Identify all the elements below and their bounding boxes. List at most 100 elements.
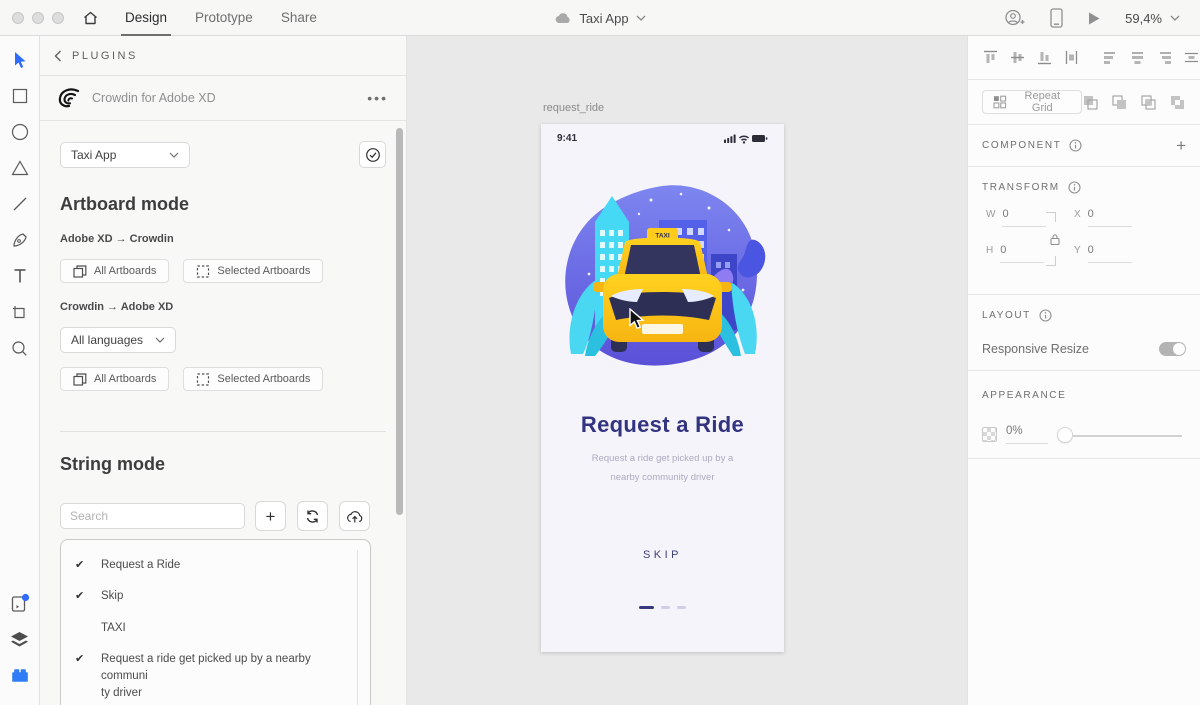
opacity-slider[interactable] bbox=[1058, 427, 1186, 442]
all-artboards-button-2[interactable]: All Artboards bbox=[60, 367, 170, 391]
polygon-tool-icon[interactable] bbox=[8, 156, 32, 180]
refresh-icon bbox=[306, 509, 319, 523]
skip-button[interactable]: SKIP bbox=[541, 549, 784, 561]
project-select[interactable]: Taxi App bbox=[60, 141, 190, 168]
artboard-tool-icon[interactable] bbox=[8, 300, 32, 324]
canvas[interactable]: request_ride 9:41 TAXI Request a Ride Re… bbox=[408, 36, 967, 705]
validate-button[interactable] bbox=[359, 141, 386, 168]
align-right-icon[interactable] bbox=[1156, 49, 1173, 66]
align-middle-icon[interactable] bbox=[1009, 49, 1026, 66]
align-bottom-icon[interactable] bbox=[1036, 49, 1053, 66]
boolean-intersect-icon[interactable] bbox=[1140, 94, 1157, 111]
screen-title: Request a Ride bbox=[580, 412, 745, 437]
window-controls[interactable] bbox=[12, 11, 64, 24]
page-dot bbox=[677, 606, 686, 609]
home-button[interactable] bbox=[82, 10, 99, 26]
list-item[interactable]: ✔ Request a ride get picked up by a near… bbox=[61, 644, 370, 705]
mode-tabs: Design Prototype Share bbox=[120, 0, 317, 36]
ellipse-tool-icon[interactable] bbox=[8, 120, 32, 144]
boolean-subtract-icon[interactable] bbox=[1111, 94, 1128, 111]
panel-scrollbar[interactable] bbox=[396, 128, 403, 515]
mouse-cursor bbox=[629, 308, 645, 330]
close-window-icon[interactable] bbox=[12, 11, 24, 24]
copy-stack-icon bbox=[73, 264, 87, 278]
assets-icon[interactable] bbox=[8, 663, 32, 687]
transform-section: TRANSFORM W0 X0 H0 Y0 bbox=[968, 167, 1200, 294]
select-tool-icon[interactable] bbox=[8, 48, 32, 72]
appearance-section: APPEARANCE 0% bbox=[968, 371, 1200, 458]
add-component-icon[interactable]: + bbox=[1176, 136, 1186, 156]
plugins-panel: PLUGINS Crowdin for Adobe XD ••• Taxi Ap… bbox=[40, 36, 407, 705]
artboard-mode-title: Artboard mode bbox=[60, 194, 190, 214]
plus-icon: + bbox=[265, 506, 276, 526]
check-circle-icon bbox=[365, 147, 380, 162]
all-artboards-button[interactable]: All Artboards bbox=[60, 259, 170, 283]
repeat-grid-button[interactable]: Repeat Grid bbox=[982, 90, 1082, 114]
opacity-slider-handle[interactable] bbox=[1058, 427, 1072, 442]
distribute-horizontal-icon[interactable] bbox=[1183, 49, 1200, 66]
play-icon[interactable] bbox=[1087, 11, 1101, 26]
zoom-tool-icon[interactable] bbox=[8, 336, 32, 360]
list-scrollbar[interactable] bbox=[357, 550, 358, 705]
rectangle-tool-icon[interactable] bbox=[8, 84, 32, 108]
search-input[interactable] bbox=[60, 503, 245, 529]
lock-aspect-icon[interactable] bbox=[1050, 234, 1060, 245]
document-title[interactable]: Taxi App bbox=[579, 11, 628, 26]
languages-select[interactable]: All languages bbox=[60, 327, 176, 353]
invite-user-icon[interactable] bbox=[1004, 9, 1026, 27]
screen-subtitle: Request a ride get picked up by a nearby… bbox=[591, 453, 734, 483]
responsive-resize-toggle[interactable] bbox=[1159, 342, 1186, 356]
adobe-xd-window: Design Prototype Share Taxi App 59,4% PL… bbox=[0, 0, 1200, 705]
distribute-vertical-icon[interactable] bbox=[1063, 49, 1080, 66]
minimize-window-icon[interactable] bbox=[32, 11, 44, 24]
direction-xd-to-crowdin: Adobe XD → Crowdin bbox=[60, 233, 174, 245]
info-icon[interactable] bbox=[1068, 181, 1081, 194]
plugin-name: Crowdin for Adobe XD bbox=[92, 91, 216, 105]
artboard-name[interactable]: request_ride bbox=[543, 102, 604, 114]
height-field[interactable]: 0 bbox=[1000, 244, 1045, 263]
list-item[interactable]: ✔ Skip bbox=[61, 581, 370, 612]
titlebar: Design Prototype Share Taxi App 59,4% bbox=[0, 0, 1200, 36]
selected-artboards-button-2[interactable]: Selected Artboards bbox=[183, 367, 324, 391]
phone-statusbar: 9:41 bbox=[541, 130, 784, 146]
tab-prototype[interactable]: Prototype bbox=[195, 0, 253, 36]
chevron-down-icon bbox=[155, 337, 165, 343]
pen-tool-icon[interactable] bbox=[8, 228, 32, 252]
x-field[interactable]: 0 bbox=[1087, 208, 1132, 227]
align-left-icon[interactable] bbox=[1102, 49, 1119, 66]
more-options-icon[interactable]: ••• bbox=[367, 90, 388, 106]
responsive-resize-label: Responsive Resize bbox=[982, 342, 1089, 356]
list-item[interactable]: TAXI bbox=[61, 613, 370, 644]
upload-cloud-icon bbox=[347, 511, 363, 523]
info-icon[interactable] bbox=[1069, 139, 1082, 152]
opacity-field[interactable]: 0% bbox=[1006, 425, 1048, 444]
text-tool-icon[interactable] bbox=[8, 264, 32, 288]
list-item[interactable]: ✔ Request a Ride bbox=[61, 550, 370, 581]
transform-section-title: TRANSFORM bbox=[982, 182, 1060, 193]
check-icon: ✔ bbox=[75, 559, 85, 571]
line-tool-icon[interactable] bbox=[8, 192, 32, 216]
plugins-page-icon[interactable] bbox=[8, 591, 32, 615]
artboard-request-ride[interactable]: 9:41 TAXI Request a Ride Request a ride … bbox=[541, 124, 784, 652]
maximize-window-icon[interactable] bbox=[52, 11, 64, 24]
chevron-down-icon[interactable] bbox=[636, 15, 646, 21]
device-preview-icon[interactable] bbox=[1050, 8, 1063, 28]
alignment-toolbar bbox=[968, 36, 1200, 80]
add-string-button[interactable]: + bbox=[255, 501, 286, 531]
refresh-button[interactable] bbox=[297, 501, 328, 531]
info-icon[interactable] bbox=[1039, 309, 1052, 322]
align-top-icon[interactable] bbox=[982, 49, 999, 66]
selected-artboards-button[interactable]: Selected Artboards bbox=[183, 259, 324, 283]
upload-button[interactable] bbox=[339, 501, 370, 531]
width-field[interactable]: 0 bbox=[1002, 208, 1047, 227]
zoom-control[interactable]: 59,4% bbox=[1125, 11, 1180, 26]
tab-share[interactable]: Share bbox=[281, 0, 317, 36]
align-center-icon[interactable] bbox=[1129, 49, 1146, 66]
back-chevron-icon[interactable] bbox=[54, 50, 62, 62]
layers-icon[interactable] bbox=[8, 627, 32, 651]
zoom-level: 59,4% bbox=[1125, 10, 1162, 26]
boolean-add-icon[interactable] bbox=[1082, 94, 1099, 111]
boolean-exclude-icon[interactable] bbox=[1169, 94, 1186, 111]
tab-design[interactable]: Design bbox=[120, 0, 172, 36]
y-field[interactable]: 0 bbox=[1087, 244, 1132, 263]
